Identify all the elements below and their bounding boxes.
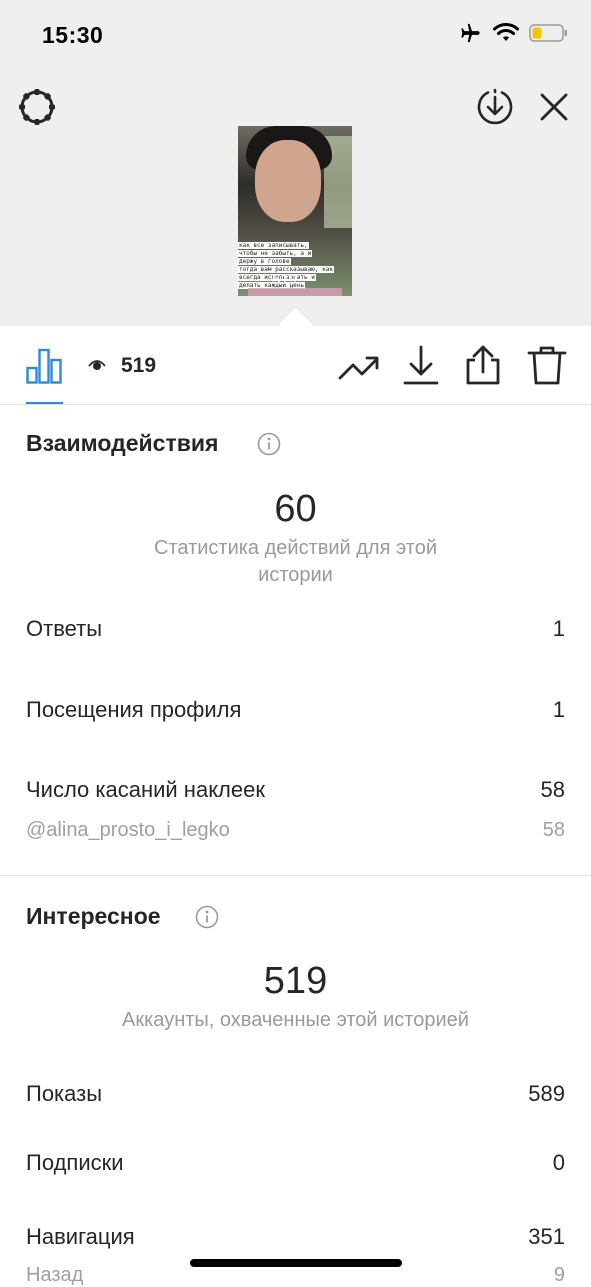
eye-icon xyxy=(88,360,106,370)
delete-button[interactable] xyxy=(526,344,568,386)
mention-sticker-label[interactable]: @alina_prosto_i_legko xyxy=(26,819,230,842)
thumbnail-face xyxy=(255,140,321,222)
download-button[interactable] xyxy=(400,344,442,386)
bar-chart-icon xyxy=(26,348,62,384)
download-icon xyxy=(403,345,439,385)
impressions-label: Показы xyxy=(26,1081,103,1106)
interactions-total: 60 xyxy=(274,488,317,530)
share-icon xyxy=(466,345,500,385)
status-bar: 15:30 xyxy=(0,0,591,70)
close-icon xyxy=(540,93,568,121)
follows-label: Подписки xyxy=(26,1150,124,1175)
discovery-title: Интересное xyxy=(26,903,161,929)
views-count: 519 xyxy=(121,354,157,377)
insights-tab[interactable] xyxy=(26,348,62,384)
navigation-value: 351 xyxy=(528,1224,565,1249)
impressions-value: 589 xyxy=(528,1081,565,1106)
back-label: Назад xyxy=(26,1264,84,1286)
download-circle-icon xyxy=(477,88,513,125)
status-time: 15:30 xyxy=(42,22,104,48)
discovery-total: 519 xyxy=(263,960,328,1002)
caption-line: чтобы не забыть, а и xyxy=(238,250,313,257)
active-tab-indicator xyxy=(26,402,63,404)
wifi-icon xyxy=(493,23,519,41)
airplane-icon xyxy=(461,23,480,43)
mention-sticker-value: 58 xyxy=(542,819,565,841)
settings-button[interactable] xyxy=(16,86,58,128)
promote-button[interactable] xyxy=(338,344,380,386)
share-button[interactable] xyxy=(462,344,504,386)
discovery-subtitle: Аккаунты, охваченные этой историей xyxy=(122,1009,469,1031)
interactions-title: Взаимодействия xyxy=(26,430,219,456)
caption-line: как все записывать, xyxy=(238,242,309,249)
info-icon[interactable] xyxy=(257,432,281,456)
sticker-taps-label: Число касаний наклеек xyxy=(26,777,265,802)
home-indicator[interactable] xyxy=(190,1259,402,1267)
section-divider xyxy=(0,875,591,876)
interactions-subtitle: Статистика действий для этой истории xyxy=(154,537,437,586)
settings-gear-icon xyxy=(19,89,55,125)
replies-value: 1 xyxy=(552,616,565,641)
navigation-label: Навигация xyxy=(26,1224,135,1249)
info-icon[interactable] xyxy=(195,905,219,929)
thumbnail-mention-sticker xyxy=(248,288,342,296)
follows-value: 0 xyxy=(552,1150,565,1175)
sticker-taps-value: 58 xyxy=(540,777,565,802)
profile-visits-label: Посещения профиля xyxy=(26,697,242,722)
close-button[interactable] xyxy=(534,86,574,128)
battery-icon xyxy=(529,24,567,42)
save-story-button[interactable] xyxy=(474,86,516,128)
thumbnail-views: 519 xyxy=(272,271,298,288)
trending-icon xyxy=(338,356,379,380)
trash-icon xyxy=(527,346,567,385)
story-thumbnail[interactable]: как все записывать, чтобы не забыть, а и… xyxy=(238,126,352,296)
replies-label: Ответы xyxy=(26,616,103,641)
caption-line: держу в голове xyxy=(238,258,291,265)
back-value: 9 xyxy=(553,1264,565,1286)
profile-visits-value: 1 xyxy=(552,697,565,722)
status-icons xyxy=(459,22,569,44)
